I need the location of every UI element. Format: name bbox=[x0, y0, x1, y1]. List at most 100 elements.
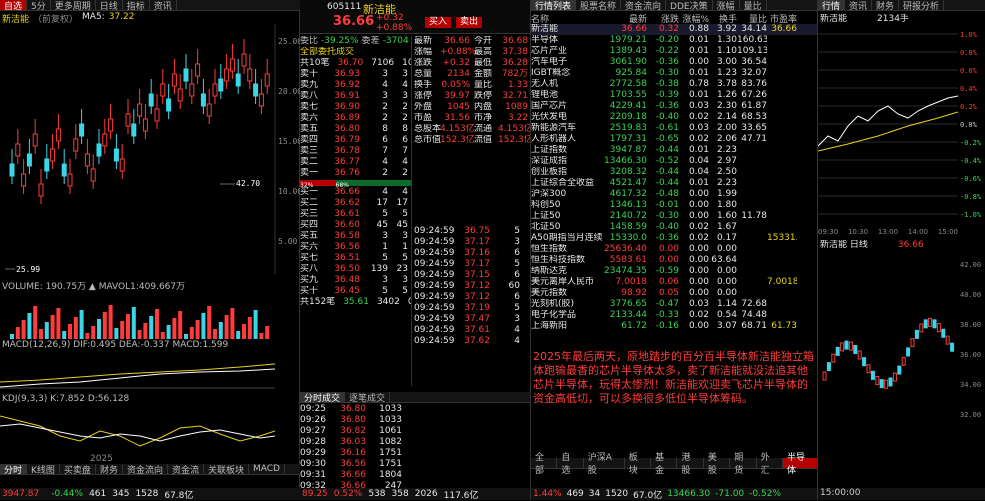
list-tab-1[interactable]: 股票名称 bbox=[576, 0, 622, 12]
book-row[interactable]: 买三 36.61 5 5 bbox=[300, 209, 411, 220]
book-row[interactable]: 买二 36.62 17 17 bbox=[300, 198, 411, 209]
list-item[interactable]: 上证指数 3947.87 -0.44 0.01 2.23 bbox=[531, 145, 818, 156]
list-item[interactable]: 纳斯达克 23474.35 -0.59 0.00 0.00 bbox=[531, 266, 818, 277]
list-tab-5[interactable]: 量比 bbox=[740, 0, 767, 12]
list-item[interactable]: 芯片产业 1389.43 -0.22 0.01 1.10 109.13 bbox=[531, 46, 818, 57]
rtab-2[interactable]: 沪深A股 bbox=[584, 453, 625, 476]
list-item[interactable]: 无人机 2772.58 -0.38 0.78 3.78 83.76 bbox=[531, 79, 818, 90]
book-row[interactable]: 买九 36.48 3 3 bbox=[300, 275, 411, 286]
tab-fenshi[interactable]: 分时成交 bbox=[300, 392, 346, 404]
buy-button[interactable]: 买入 bbox=[425, 17, 451, 28]
rtab-7[interactable]: 期货 bbox=[730, 453, 757, 476]
candle bbox=[131, 123, 137, 137]
book-row[interactable]: 卖二 36.77 4 4 bbox=[300, 157, 411, 168]
book-row[interactable]: 卖五 36.80 8 8 bbox=[300, 124, 411, 135]
bottom-tab-7[interactable]: MACD bbox=[249, 464, 285, 474]
list-item[interactable]: 创业板指 3208.32 -0.44 0.04 2.50 bbox=[531, 167, 818, 178]
list-item[interactable]: 恒生科技指数 5583.61 0.00 0.00 63.64 bbox=[531, 255, 818, 266]
book-row[interactable]: 卖九 36.92 4 4 bbox=[300, 80, 411, 91]
book-row[interactable]: 卖八 36.91 3 3 bbox=[300, 91, 411, 102]
left-status: 3947.87 -0.44% 461 345 1528 67.8亿 bbox=[0, 488, 300, 501]
book-row[interactable]: 买七 36.51 5 5 bbox=[300, 253, 411, 264]
fr-tab-3[interactable]: 研报分析 bbox=[899, 0, 945, 12]
book-row[interactable]: 卖十 36.93 3 3 bbox=[300, 69, 411, 80]
rtab-0[interactable]: 全部 bbox=[531, 453, 558, 476]
list-item[interactable]: 北证50 1458.59 -0.40 0.02 1.67 bbox=[531, 222, 818, 233]
book-row[interactable]: 卖三 36.78 7 7 bbox=[300, 146, 411, 157]
pct-axis-label: -0.6% bbox=[960, 175, 982, 183]
book-row[interactable]: 买六 36.56 1 1 bbox=[300, 242, 411, 253]
fr-tab-1[interactable]: 资讯 bbox=[845, 0, 873, 12]
list-item[interactable]: 上证综合全收益 4521.47 -0.44 0.01 2.23 bbox=[531, 178, 818, 189]
book-row[interactable]: 卖四 36.79 6 6 bbox=[300, 135, 411, 146]
rtab-3[interactable]: 板块 bbox=[625, 453, 652, 476]
list-item[interactable]: 国产芯片 4229.41 -0.36 0.03 2.30 61.87 bbox=[531, 101, 818, 112]
axis-label-2: 15.00 bbox=[278, 137, 300, 146]
list-item[interactable]: 深证成指 13466.30 -0.52 0.04 2.97 bbox=[531, 156, 818, 167]
list-item[interactable]: 美元离岸人民币 7.0018 0.06 0.00 0.00 7.0018 bbox=[531, 277, 818, 288]
rtab-8[interactable]: 外汇 bbox=[757, 453, 783, 476]
book-row[interactable]: 卖一 36.76 2 2 bbox=[300, 168, 411, 179]
list-item[interactable]: 新洁能 36.66 0.32 0.88 3.92 34.14 36.66 bbox=[531, 24, 818, 35]
list-tab-3[interactable]: DDE决策 bbox=[666, 0, 713, 12]
list-tab-0[interactable]: 行情列表 bbox=[531, 0, 577, 12]
list-item[interactable]: A50期指当月连续15330.0-0.360.020.1715331.0 bbox=[531, 233, 818, 244]
toolbar-tab-5[interactable]: 资讯 bbox=[150, 0, 177, 12]
list-item[interactable]: 光伏发电 2209.18 -0.40 0.02 2.14 68.53 bbox=[531, 112, 818, 123]
mini-kline[interactable]: 42.00 40.00 38.00 36.00 34.00 32.00 bbox=[818, 252, 985, 452]
list-item[interactable]: 光刻机(胶) 3776.65 -0.47 0.03 1.14 72.68 bbox=[531, 299, 818, 310]
toolbar-tab-2[interactable]: 更多周期 bbox=[51, 0, 96, 12]
candle bbox=[9, 163, 15, 177]
fr-tab-0[interactable]: 行情 bbox=[818, 0, 846, 12]
toolbar-tab-4[interactable]: 指标 bbox=[123, 0, 150, 12]
bottom-tab-2[interactable]: 买卖盘 bbox=[60, 464, 96, 476]
bottom-tab-6[interactable]: 关联板块 bbox=[204, 464, 249, 476]
book-row[interactable]: 买一 36.66 4 4 bbox=[300, 187, 411, 198]
book-row[interactable]: 卖七 36.90 2 2 bbox=[300, 102, 411, 113]
toolbar-tab-3[interactable]: 日线 bbox=[96, 0, 123, 12]
bottom-tab-5[interactable]: 资金流 bbox=[168, 464, 204, 476]
book-row[interactable]: 卖六 36.89 2 2 bbox=[300, 113, 411, 124]
bottom-tab-4[interactable]: 资金流向 bbox=[123, 464, 168, 476]
fr-tab-2[interactable]: 财务 bbox=[872, 0, 900, 12]
bottom-tab-1[interactable]: K线图 bbox=[27, 464, 60, 476]
tick-row: 09:24:59 37.15 6 bbox=[414, 270, 520, 280]
book-row[interactable]: 买十 36.45 5 5 bbox=[300, 286, 411, 297]
mini-candle bbox=[879, 379, 884, 389]
sell-button[interactable]: 卖出 bbox=[456, 17, 482, 28]
list-item[interactable]: 科创50 1346.13 -0.01 0.00 1.80 bbox=[531, 200, 818, 211]
rtab-4[interactable]: 基金 bbox=[651, 453, 678, 476]
intraday-chart[interactable]: 1.0% 0.8% 0.6% 0.4% 0.2% 0.0% -0.2% -0.4% -0.6% -… bbox=[818, 26, 985, 226]
book-row[interactable]: 买八 36.50 139 23 bbox=[300, 264, 411, 275]
list-item[interactable]: IGBT概念 925.84 -0.30 0.01 1.23 32.07 bbox=[531, 68, 818, 79]
list-item[interactable]: 上证50 2140.72 -0.30 0.00 1.60 11.78 bbox=[531, 211, 818, 222]
list-tab-2[interactable]: 资金流向 bbox=[621, 0, 667, 12]
list-item[interactable]: 沪深300 4617.32 -0.48 0.00 1.99 bbox=[531, 189, 818, 200]
list-item[interactable]: 新能源汽车 2519.83 -0.61 0.03 2.00 33.65 bbox=[531, 123, 818, 134]
rtab-1[interactable]: 自选 bbox=[557, 453, 584, 476]
list-item[interactable]: 人形机器人 1797.31 -0.65 0.02 2.06 47.71 bbox=[531, 134, 818, 145]
deal-row: 09:26 36.80 1033 bbox=[300, 415, 402, 425]
list-item[interactable]: 美元指数 98.92 0.05 0.00 0.00 bbox=[531, 288, 818, 299]
list-item[interactable]: 汽车电子 3061.90 -0.36 0.00 3.00 36.54 bbox=[531, 57, 818, 68]
tab-zhubi[interactable]: 逐笔成交 bbox=[345, 392, 391, 404]
list-item[interactable]: 上海新阳 61.72 -0.16 0.00 3.07 68.71 61.73 bbox=[531, 321, 818, 332]
bottom-tab-0[interactable]: 分时 bbox=[0, 464, 28, 476]
book-row[interactable]: 买五 36.58 3 3 bbox=[300, 231, 411, 242]
rtab-6[interactable]: 美股 bbox=[704, 453, 731, 476]
bottom-tab-3[interactable]: 财务 bbox=[96, 464, 123, 476]
toolbar-tab-0[interactable]: 自选 bbox=[0, 0, 28, 12]
list-tab-4[interactable]: 涨幅 bbox=[713, 0, 740, 12]
volume-bar bbox=[178, 311, 183, 339]
rtab-12[interactable]: 半导体 bbox=[782, 453, 819, 476]
rtab-5[interactable]: 港股 bbox=[677, 453, 704, 476]
toolbar-tab-1[interactable]: 5分 bbox=[27, 0, 51, 12]
list-item[interactable]: 锂电池 1703.55 -0.39 0.01 1.26 67.26 bbox=[531, 90, 818, 101]
mini-candle bbox=[892, 372, 897, 382]
list-item[interactable]: 半导体 1979.21 -0.20 0.01 1.30 160.63 bbox=[531, 35, 818, 46]
list-item[interactable]: 恒生指数 25636.40 0.00 0.00 0.00 bbox=[531, 244, 818, 255]
kline-chart[interactable]: 25.00 20.00 15.00 10.00 5.00 42.70 25.99 bbox=[0, 24, 300, 274]
list-item[interactable]: 电子化学品 2133.44 -0.33 0.02 0.54 74.48 bbox=[531, 310, 818, 321]
book-row[interactable]: 买四 36.60 45 45 bbox=[300, 220, 411, 231]
macd-label: MACD(12,26,9) DIF:0.495 DEA:-0.337 MACD:… bbox=[2, 340, 229, 350]
